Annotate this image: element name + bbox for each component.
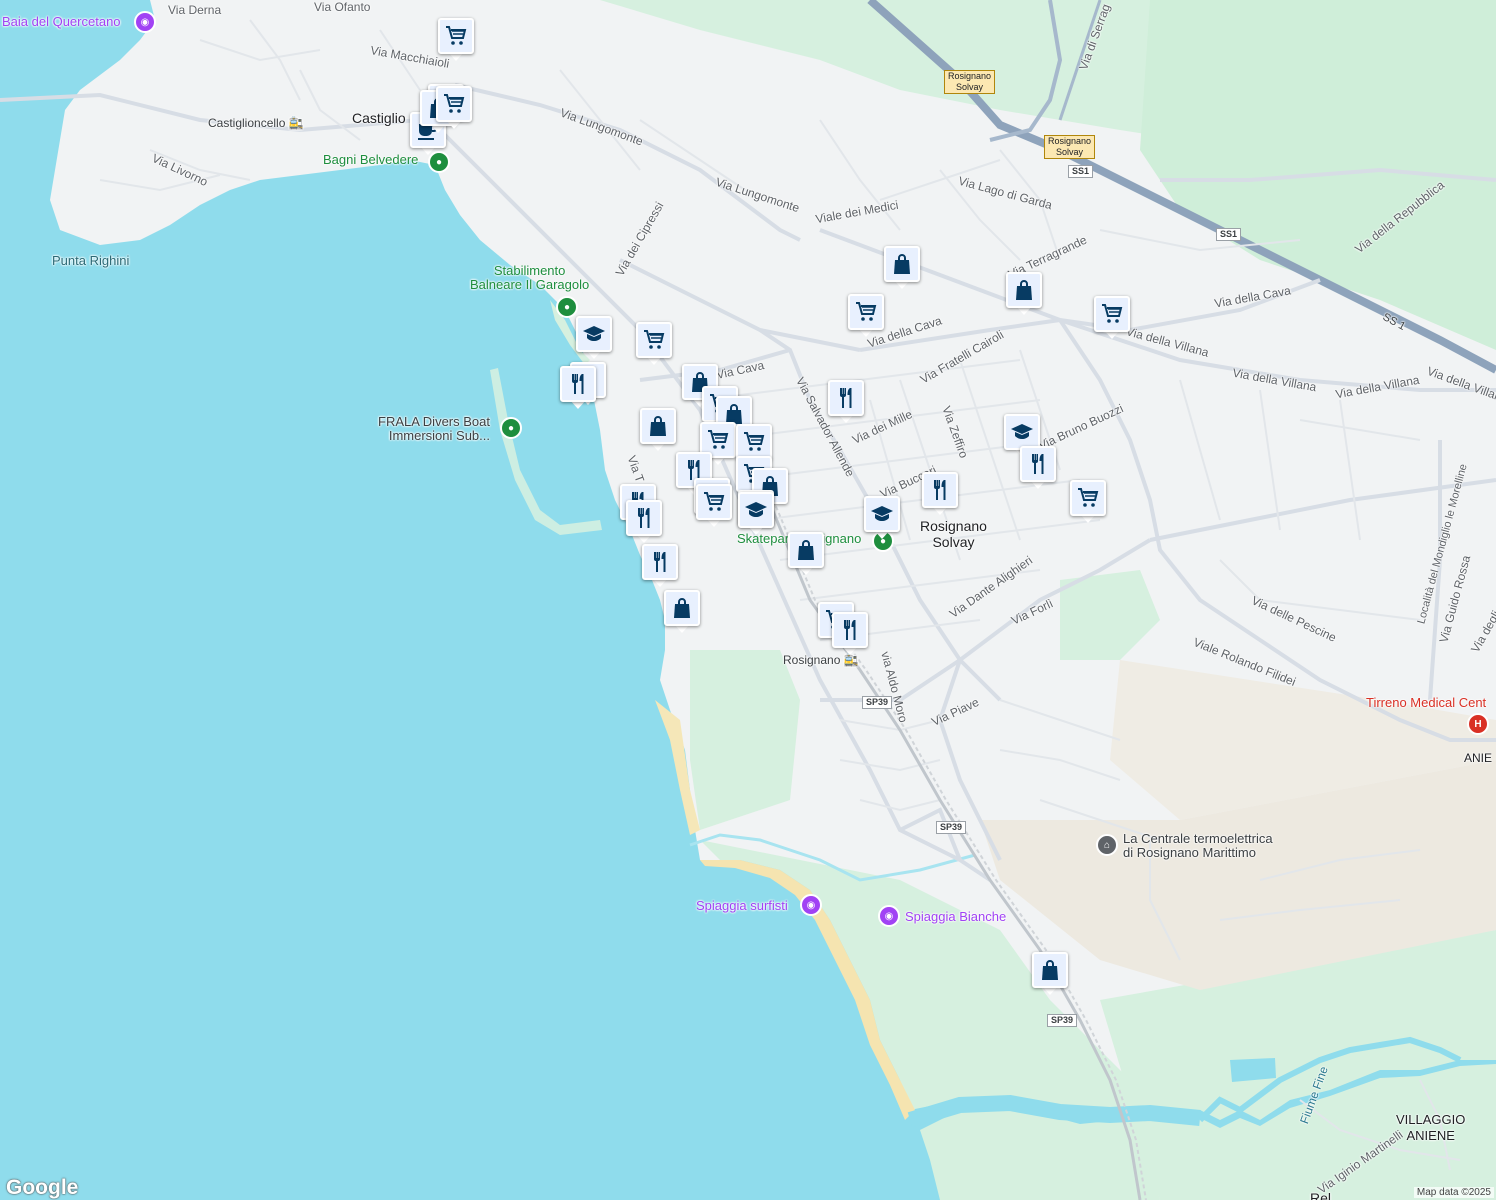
road-shield: SS1 [1068, 165, 1094, 178]
cart-icon [636, 322, 672, 358]
landmark-icon[interactable]: ⌂ [1096, 834, 1118, 856]
cart-icon [1070, 480, 1106, 516]
poi-label-punta-righini[interactable]: Punta Righini [52, 253, 129, 268]
cart-icon [438, 18, 474, 54]
map-canvas[interactable]: Via Derna Via Ofanto Via Macchiaioli Via… [0, 0, 1496, 1200]
map-marker-cart[interactable] [1070, 480, 1106, 524]
map-marker-bag[interactable] [788, 532, 824, 576]
restaurant-icon [626, 500, 662, 536]
camera-icon[interactable]: ◉ [878, 905, 900, 927]
poi-label-bagni-belvedere[interactable]: Bagni Belvedere [323, 153, 418, 167]
place-label-villaggio-aniene: VILLAGGIO ANIENE [1396, 1112, 1466, 1143]
school-icon [1004, 414, 1040, 450]
exit-shield: Rosignano Solvay [1044, 135, 1096, 159]
hospital-icon[interactable]: H [1467, 713, 1489, 735]
street-label: Via Derna [168, 3, 222, 17]
road-shield: SP39 [936, 821, 967, 834]
map-marker-school[interactable] [738, 492, 774, 536]
map-marker-restaurant[interactable] [922, 472, 958, 516]
google-logo: Google [6, 1176, 79, 1199]
cart-icon [848, 294, 884, 330]
bag-icon [1032, 952, 1068, 988]
attribution[interactable]: Map data ©2025 [1413, 1187, 1494, 1198]
map-marker-bag[interactable] [1032, 952, 1068, 996]
map-marker-restaurant[interactable] [560, 366, 596, 410]
school-icon [576, 316, 612, 352]
map-marker-restaurant[interactable] [642, 544, 678, 588]
map-marker-cart[interactable] [848, 294, 884, 338]
map-marker-cart[interactable] [636, 322, 672, 366]
exit-shield: Rosignano Solvay [944, 70, 996, 94]
restaurant-icon [828, 380, 864, 416]
map-marker-bag[interactable] [640, 408, 676, 452]
poi-label-baia[interactable]: Baia del Quercetano [2, 14, 121, 29]
park-icon[interactable]: ● [556, 296, 578, 318]
cart-icon [1094, 296, 1130, 332]
map-marker-bag[interactable] [1006, 272, 1042, 316]
road-shield: SS1 [1216, 228, 1242, 241]
restaurant-icon [832, 612, 868, 648]
poi-label-frala[interactable]: FRALA Divers Boat Immersioni Sub... [378, 415, 490, 443]
map-marker-restaurant[interactable] [1020, 446, 1056, 490]
restaurant-icon [560, 366, 596, 402]
map-marker-restaurant[interactable] [832, 612, 868, 656]
street-label: Via Ofanto [314, 0, 371, 14]
place-label-rosignano-solvay: Rosignano Solvay [920, 518, 987, 550]
cart-icon [696, 484, 732, 520]
map-marker-school[interactable] [576, 316, 612, 360]
poi-label-tirreno[interactable]: Tirreno Medical Cent [1366, 695, 1486, 710]
bag-icon [664, 590, 700, 626]
map-marker-restaurant[interactable] [626, 500, 662, 544]
bag-icon [884, 246, 920, 282]
road-shield: SP39 [1047, 1014, 1078, 1027]
station-label-castiglioncello: Castiglioncello 🚉 [208, 116, 304, 130]
cart-icon [736, 424, 772, 460]
poi-label-centrale[interactable]: La Centrale termoelettrica di Rosignano M… [1123, 832, 1273, 860]
camera-icon[interactable]: ◉ [800, 894, 822, 916]
school-icon [864, 496, 900, 532]
map-marker-bag[interactable] [664, 590, 700, 634]
map-marker-cart[interactable] [696, 484, 732, 528]
bag-icon [1006, 272, 1042, 308]
restaurant-icon [642, 544, 678, 580]
cart-icon [436, 86, 472, 122]
park-icon[interactable]: ● [500, 417, 522, 439]
restaurant-icon [922, 472, 958, 508]
map-marker-school[interactable] [864, 496, 900, 540]
road-shield: SP39 [862, 696, 893, 709]
poi-label-surfisti[interactable]: Spiaggia surfisti [696, 898, 788, 913]
place-label-aniene: ANIE [1464, 751, 1493, 765]
map-marker-bag[interactable] [884, 246, 920, 290]
bag-icon [788, 532, 824, 568]
map-marker-restaurant[interactable] [828, 380, 864, 424]
map-marker-cart[interactable] [436, 86, 472, 130]
restaurant-icon [1020, 446, 1056, 482]
train-icon: 🚉 [288, 116, 304, 130]
bag-icon [640, 408, 676, 444]
map-marker-cart[interactable] [1094, 296, 1130, 340]
place-label-castiglioncello: Castiglio [352, 110, 406, 126]
place-label-bottom: Rel [1310, 1190, 1332, 1200]
school-icon [738, 492, 774, 528]
poi-label-stabilimento[interactable]: Stabilimento Balneare Il Garagolo [470, 264, 589, 292]
camera-icon[interactable]: ◉ [134, 11, 156, 33]
map-marker-cart[interactable] [438, 18, 474, 62]
poi-label-bianche[interactable]: Spiaggia Bianche [905, 909, 1006, 924]
